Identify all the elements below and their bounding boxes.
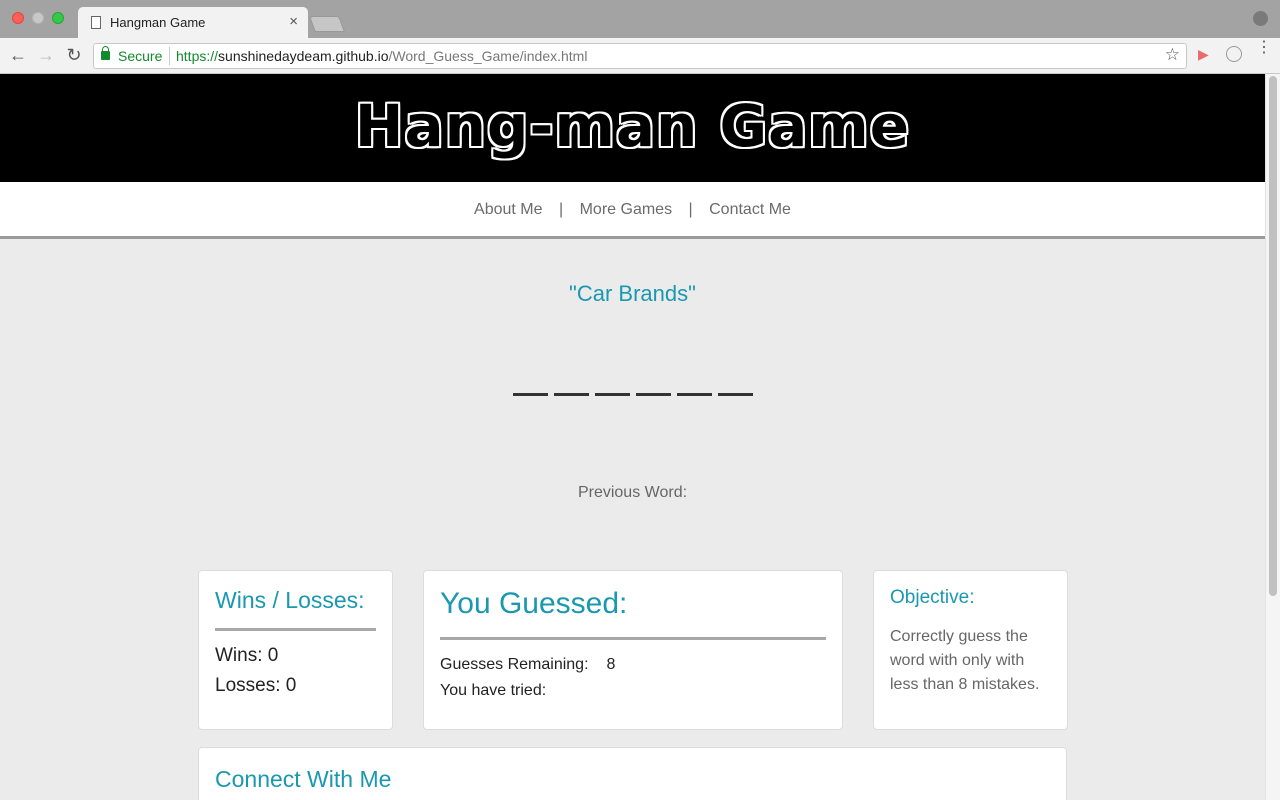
letter-blank xyxy=(635,393,671,396)
url-scheme: https:// xyxy=(176,48,219,64)
page-viewport: Hang-man Game About Me | More Games | Co… xyxy=(0,74,1265,800)
connect-card: Connect With Me xyxy=(198,747,1067,800)
letter-blank xyxy=(676,393,712,396)
wins-losses-title: Wins / Losses: xyxy=(215,587,365,613)
guesses-remaining-row: Guesses Remaining: 8 xyxy=(440,656,826,674)
lock-icon xyxy=(101,46,110,60)
profile-icon[interactable] xyxy=(1253,11,1268,26)
wins-losses-card: Wins / Losses: Wins: 0 Losses: 0 xyxy=(198,570,393,730)
nav-divider: | xyxy=(688,201,693,218)
page-icon xyxy=(91,16,101,29)
site-nav: About Me | More Games | Contact Me xyxy=(0,182,1265,239)
url-text[interactable]: https://sunshinedaydeam.github.io/Word_G… xyxy=(176,48,587,64)
browser-tab[interactable]: Hangman Game × xyxy=(78,7,308,38)
divider xyxy=(215,628,376,631)
secure-label: Secure xyxy=(118,48,163,64)
minimize-window-button[interactable] xyxy=(32,12,44,24)
guesses-card: You Guessed: Guesses Remaining: 8 You hav… xyxy=(423,570,843,730)
url-host: sunshinedaydeam.github.io xyxy=(218,48,389,64)
browser-toolbar: ← → ↻ Secure https://sunshinedaydeam.git… xyxy=(0,38,1280,74)
nav-about-me[interactable]: About Me xyxy=(474,201,542,218)
objective-card: Objective: Correctly guess the word with… xyxy=(873,570,1068,730)
letter-blank xyxy=(553,393,589,396)
letters-tried-label: You have tried: xyxy=(440,682,547,699)
wins-count: Wins: 0 xyxy=(215,645,279,666)
letter-blank xyxy=(717,393,753,396)
connect-title: Connect With Me xyxy=(215,766,392,792)
tab-title: Hangman Game xyxy=(110,15,206,30)
losses-count: Losses: 0 xyxy=(215,675,297,696)
extension-info-icon[interactable] xyxy=(1226,46,1242,62)
tab-close-icon[interactable]: × xyxy=(289,13,298,30)
objective-text: Correctly guess the word with only with … xyxy=(890,628,1040,693)
maximize-window-button[interactable] xyxy=(52,12,64,24)
address-bar[interactable]: Secure https://sunshinedaydeam.github.io… xyxy=(93,43,1187,69)
site-header: Hang-man Game xyxy=(0,74,1265,182)
letter-blank xyxy=(512,393,548,396)
close-window-button[interactable] xyxy=(12,12,24,24)
objective-title: Objective: xyxy=(890,587,975,608)
bookmark-star-icon[interactable]: ☆ xyxy=(1165,45,1180,65)
browser-tab-bar: Hangman Game × xyxy=(0,0,1280,38)
word-blanks xyxy=(0,383,1265,401)
nav-contact-me[interactable]: Contact Me xyxy=(709,201,791,218)
nav-more-games[interactable]: More Games xyxy=(580,201,672,218)
nav-divider: | xyxy=(558,201,564,218)
url-divider xyxy=(169,47,170,65)
page-scrollbar[interactable] xyxy=(1265,74,1280,800)
divider xyxy=(440,637,826,640)
previous-word-label: Previous Word: xyxy=(577,484,688,501)
guesses-title: You Guessed: xyxy=(440,587,628,620)
reload-icon[interactable]: ↻ xyxy=(64,45,84,66)
letter-blank xyxy=(594,393,630,396)
site-title: Hang-man Game xyxy=(354,92,911,160)
menu-icon[interactable]: ⋮ xyxy=(1256,40,1272,56)
forward-icon[interactable]: → xyxy=(36,45,56,66)
new-tab-button[interactable] xyxy=(309,16,345,32)
back-icon[interactable]: ← xyxy=(8,45,28,66)
extension-icon[interactable]: ▶ xyxy=(1198,46,1209,63)
guesses-remaining-value: 8 xyxy=(606,656,616,673)
guesses-remaining-label: Guesses Remaining: xyxy=(440,656,589,673)
url-path: /Word_Guess_Game/index.html xyxy=(388,48,588,64)
word-category: "Car Brands" xyxy=(569,281,696,306)
scrollbar-thumb[interactable] xyxy=(1269,76,1277,596)
